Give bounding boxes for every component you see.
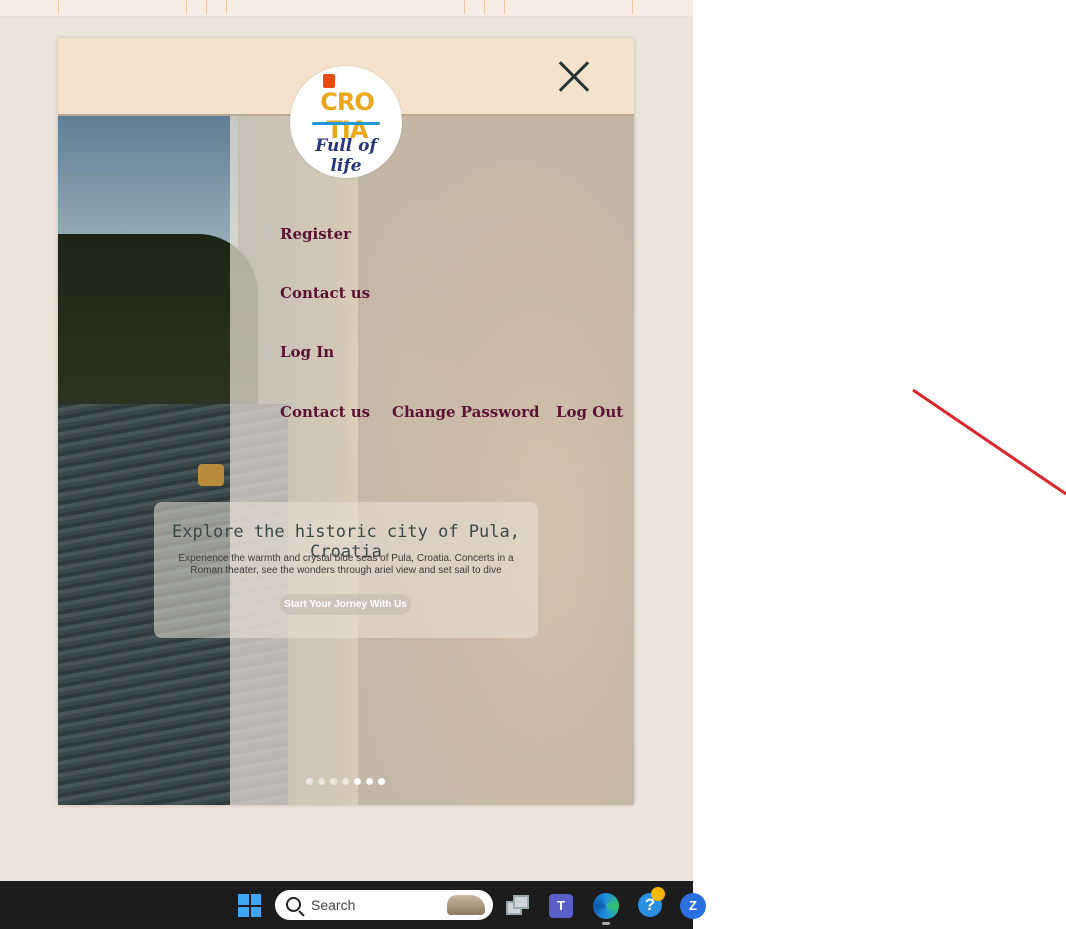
menu-overlay-panel [230, 114, 634, 805]
top-strip-tab[interactable] [186, 0, 207, 14]
carousel-dot[interactable] [306, 778, 313, 785]
teams-icon[interactable]: T [549, 894, 573, 918]
logo-tagline: Full of life [315, 136, 377, 176]
logo-wave-icon [312, 122, 380, 125]
search-highlight-bird-icon [447, 895, 485, 915]
close-menu-button[interactable] [554, 56, 594, 96]
nav-contact-us-link[interactable]: Contact us [280, 284, 370, 302]
active-app-indicator [602, 922, 610, 925]
carousel-dot[interactable] [330, 778, 337, 785]
red-annotation-line [912, 388, 1066, 496]
taskbar-search-box[interactable]: Search [275, 890, 493, 920]
windows-taskbar: Search T ? Z [0, 881, 706, 929]
photo-sky [58, 114, 238, 254]
carousel-dots [306, 778, 385, 785]
photo-boat [198, 464, 224, 486]
carousel-dot[interactable] [378, 778, 385, 785]
website-viewport: CRO TIA Full of life Register Contact us… [0, 0, 693, 881]
logo-sun-icon [323, 74, 335, 88]
nav-change-password-link[interactable]: Change Password [392, 403, 540, 421]
hero-card: Explore the historic city of Pula, Croat… [154, 502, 538, 638]
top-strip-tab[interactable] [464, 0, 485, 14]
taskbar-search-placeholder: Search [311, 897, 356, 913]
notification-badge-icon [651, 887, 665, 901]
carousel-dot[interactable] [354, 778, 361, 785]
edge-browser-icon[interactable] [593, 893, 619, 919]
top-navigation-strip [0, 0, 693, 17]
top-strip-tab[interactable] [226, 0, 465, 14]
top-strip-tab[interactable] [632, 0, 693, 14]
windows-start-icon[interactable] [238, 894, 261, 917]
top-strip-tab[interactable] [206, 0, 227, 14]
carousel-dot[interactable] [342, 778, 349, 785]
top-strip-tab[interactable] [484, 0, 505, 14]
task-view-icon[interactable] [506, 895, 529, 915]
nav-log-in-link[interactable]: Log In [280, 343, 334, 361]
zoom-icon[interactable]: Z [680, 893, 706, 919]
top-strip-tab[interactable] [504, 0, 633, 14]
top-strip-tab[interactable] [58, 0, 187, 14]
carousel-dot[interactable] [318, 778, 325, 785]
nav-contact-us-link-2[interactable]: Contact us [280, 403, 370, 421]
photo-trees [58, 234, 258, 404]
croatia-logo[interactable]: CRO TIA Full of life [290, 66, 402, 178]
nav-register-link[interactable]: Register [280, 225, 351, 243]
start-journey-button[interactable]: Start Your Jorney With Us [280, 594, 411, 615]
carousel-dot[interactable] [366, 778, 373, 785]
nav-log-out-link[interactable]: Log Out [556, 403, 623, 421]
search-icon [286, 897, 301, 912]
mobile-menu-frame: CRO TIA Full of life Register Contact us… [58, 38, 634, 805]
hero-description: Experience the warmth and crystal blue s… [178, 553, 514, 576]
